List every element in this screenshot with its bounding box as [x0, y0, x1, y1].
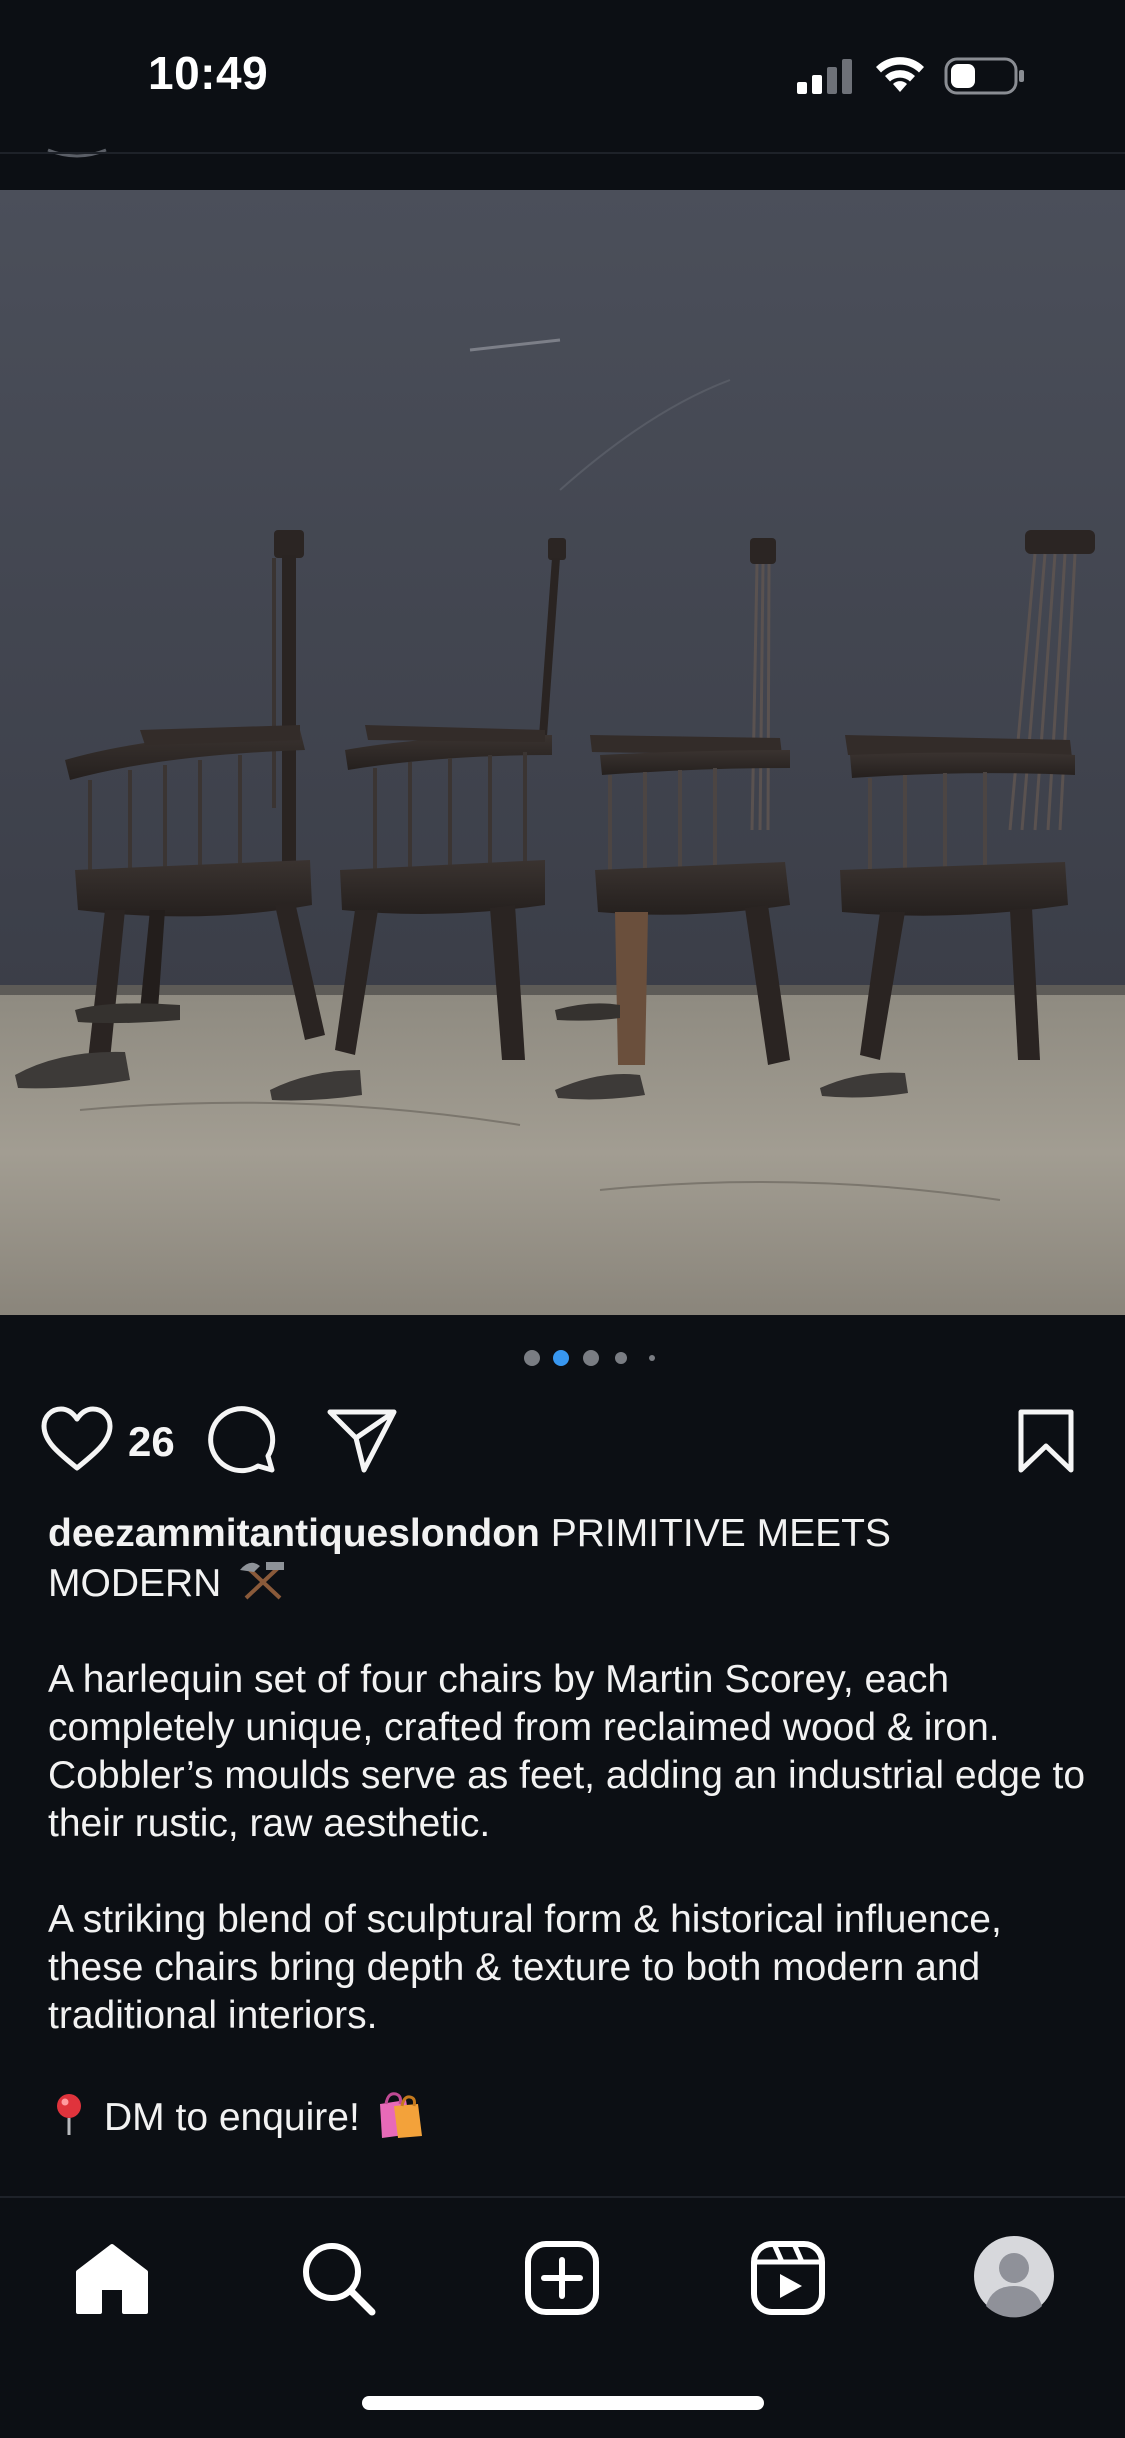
caption-headline-text: PRIMITIVE MEETS — [539, 1512, 891, 1555]
post-caption: deezammitantiqueslondon PRIMITIVE MEETS … — [48, 1510, 1088, 2142]
comment-button[interactable] — [206, 1404, 278, 1474]
caption-username[interactable]: deezammitantiqueslondon — [48, 1512, 540, 1555]
caption-headline-text-2: MODERN — [48, 1562, 222, 1605]
caption-cta-text: DM to enquire! — [104, 2096, 360, 2139]
chairs-photo-illustration — [0, 190, 1125, 1315]
carousel-dot — [583, 1350, 599, 1366]
carousel-dot-active — [553, 1350, 569, 1366]
reels-icon[interactable] — [748, 2238, 828, 2318]
shopping-bags-icon — [379, 2092, 422, 2138]
carousel-indicator[interactable] — [0, 1350, 1125, 1370]
status-time: 10:49 — [148, 47, 269, 99]
post-photo[interactable] — [0, 190, 1125, 1315]
like-count[interactable]: 26 — [128, 1418, 175, 1466]
search-icon[interactable] — [298, 2238, 378, 2318]
share-button[interactable] — [326, 1408, 398, 1474]
caption-paragraph-2: A striking blend of sculptural form & hi… — [48, 1898, 1002, 2037]
caption-cta: DM to enquire! — [48, 2088, 1088, 2142]
carousel-dot — [615, 1352, 627, 1364]
carousel-dot — [649, 1355, 655, 1361]
create-post-icon[interactable] — [522, 2238, 602, 2318]
hammer-and-pick-icon — [240, 1562, 285, 1600]
home-icon[interactable] — [72, 2238, 152, 2318]
bookmark-button[interactable] — [1016, 1408, 1076, 1474]
home-indicator[interactable] — [362, 2396, 764, 2410]
round-pushpin-icon — [57, 2094, 81, 2135]
caption-paragraph-1: A harlequin set of four chairs by Martin… — [48, 1658, 1086, 1845]
like-button[interactable] — [40, 1406, 114, 1472]
profile-avatar-icon[interactable] — [972, 2234, 1056, 2318]
caption-headline: deezammitantiqueslondon PRIMITIVE MEETS … — [48, 1510, 1088, 1608]
status-bar: 10:49 — [0, 0, 1125, 150]
battery-icon — [944, 57, 1024, 95]
wifi-icon — [876, 57, 924, 92]
carousel-dot — [524, 1350, 540, 1366]
header-divider — [0, 152, 1125, 154]
cellular-signal-icon — [797, 59, 852, 94]
